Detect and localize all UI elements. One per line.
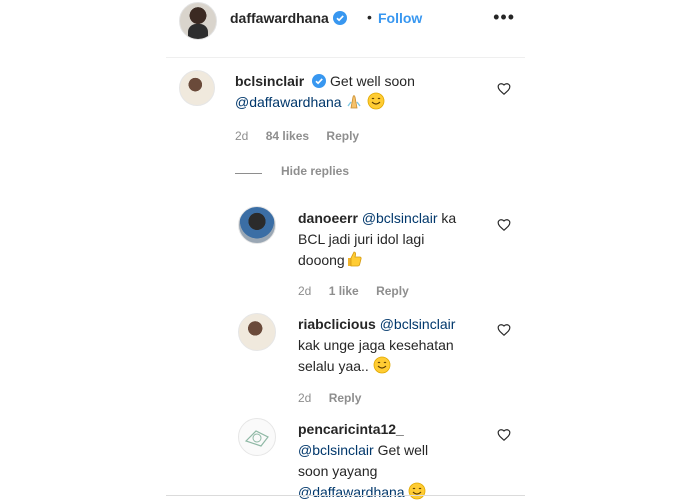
reply-body-line1: kak unge jaga kesehatan [298, 337, 454, 353]
comment-text: bclsinclair Get well soon @daffawardhana [235, 71, 495, 113]
comment-username[interactable]: bclsinclair [235, 73, 304, 89]
reply-button[interactable]: Reply [376, 284, 409, 298]
smiling-face-emoji [373, 356, 391, 374]
mention-link[interactable]: @bclsinclair [362, 210, 438, 226]
reply-text: riabclicious @bclsinclair kak unge jaga … [298, 314, 488, 377]
post-comments-panel: daffawardhana • Follow ••• bclsinclair G… [166, 0, 525, 500]
reply-username[interactable]: pencaricinta12_ [298, 421, 404, 437]
reply-meta: 2d Reply [298, 391, 375, 405]
reply-body-line2: soon yayang [298, 463, 378, 479]
mention-link[interactable]: @daffawardhana [235, 94, 342, 110]
reply-button[interactable]: Reply [329, 391, 362, 405]
reply-body-line1: Get well [377, 442, 429, 458]
follow-button[interactable]: Follow [378, 10, 422, 26]
reply-danoeerr: danoeerr @bclsinclair ka BCL jadi juri i… [238, 206, 525, 306]
thumbs-up-emoji [347, 251, 362, 267]
author-username-row[interactable]: daffawardhana [230, 10, 347, 26]
reply-body-line3: dooong [298, 252, 345, 268]
smiling-face-emoji [367, 92, 385, 110]
reply-text: danoeerr @bclsinclair ka BCL jadi juri i… [298, 208, 478, 271]
avatar[interactable] [238, 313, 276, 351]
comment-time[interactable]: 2d [235, 129, 248, 143]
mention-link[interactable]: @bclsinclair [380, 316, 456, 332]
verified-badge-icon [312, 74, 327, 88]
author-username[interactable]: daffawardhana [230, 10, 329, 26]
like-heart-icon[interactable] [497, 323, 511, 337]
default-avatar-icon [244, 430, 269, 447]
reply-body-line1: ka [441, 210, 457, 226]
like-heart-icon[interactable] [497, 82, 511, 96]
comment-likes[interactable]: 84 likes [266, 129, 309, 143]
mention-link[interactable]: @bclsinclair [298, 442, 374, 458]
more-options-icon[interactable]: ••• [493, 8, 515, 26]
mention-link-2[interactable]: @daffawardhana [298, 484, 405, 500]
reply-pencaricinta12: pencaricinta12_ @bclsinclair Get well so… [238, 418, 525, 500]
verified-badge-icon [332, 11, 347, 25]
post-header: daffawardhana • Follow ••• [166, 0, 525, 40]
hide-replies-button[interactable]: Hide replies [281, 164, 349, 178]
avatar[interactable] [238, 418, 276, 456]
reply-button[interactable]: Reply [326, 129, 359, 143]
comment-body: Get well soon [330, 73, 415, 89]
reply-body-line2: selalu yaa.. [298, 358, 369, 374]
like-heart-icon[interactable] [497, 218, 511, 232]
reply-username[interactable]: danoeerr [298, 210, 358, 226]
comment-meta: 2d 84 likes Reply [235, 129, 373, 143]
author-avatar[interactable] [179, 2, 217, 40]
header-divider [166, 57, 525, 58]
hide-replies-label[interactable]: Hide replies [281, 164, 349, 178]
reply-text: pencaricinta12_ @bclsinclair Get well so… [298, 419, 488, 503]
avatar[interactable] [179, 70, 215, 106]
avatar[interactable] [238, 206, 276, 244]
like-heart-icon[interactable] [497, 428, 511, 442]
reply-riabclicious: riabclicious @bclsinclair kak unge jaga … [238, 313, 525, 408]
reply-likes[interactable]: 1 like [329, 284, 359, 298]
reply-time[interactable]: 2d [298, 284, 311, 298]
reply-body-line2: BCL jadi juri idol lagi [298, 231, 425, 247]
smiling-face-emoji [409, 482, 426, 500]
reply-time[interactable]: 2d [298, 391, 311, 405]
reply-meta: 2d 1 like Reply [298, 284, 423, 298]
reply-username[interactable]: riabclicious [298, 316, 376, 332]
folded-hands-emoji [347, 95, 362, 109]
hide-replies-line [235, 173, 262, 174]
header-separator: • [367, 9, 372, 25]
bottom-divider [166, 495, 525, 496]
comment-bclsinclair: bclsinclair Get well soon @daffawardhana… [166, 70, 525, 150]
